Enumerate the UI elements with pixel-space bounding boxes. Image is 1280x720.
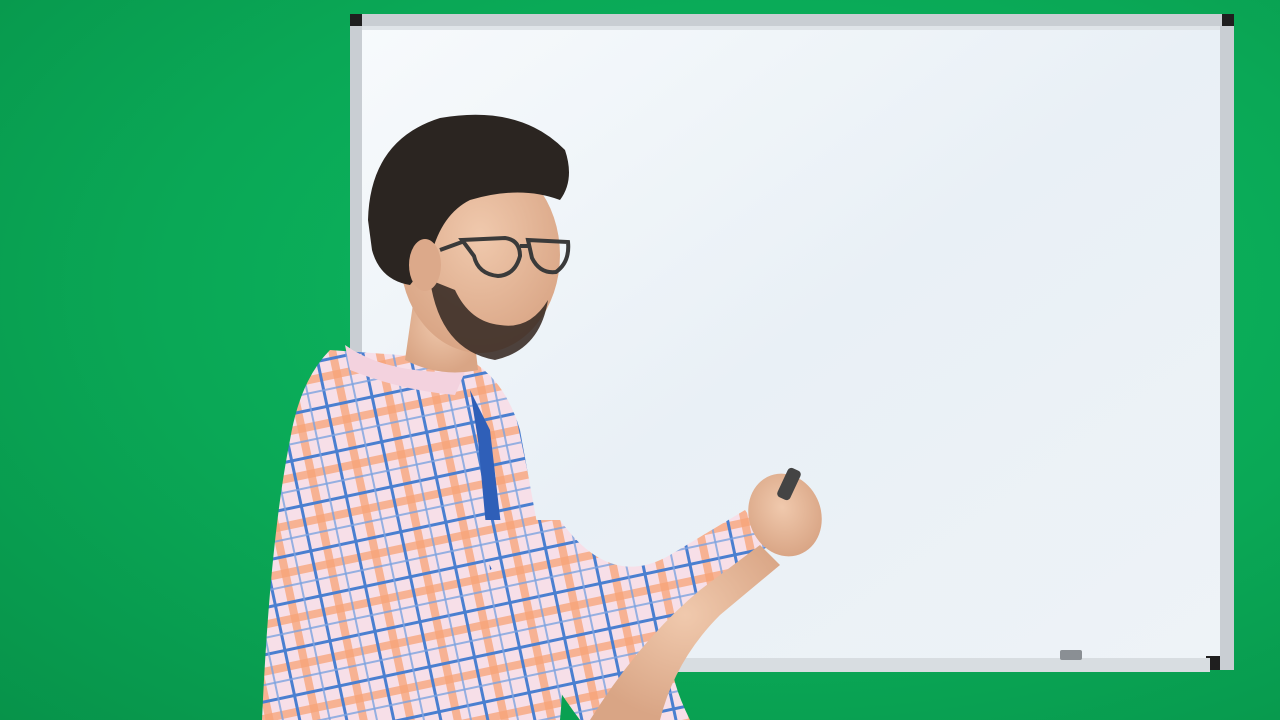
frame-corner-tl: [350, 14, 362, 26]
marker-tray: [640, 658, 1210, 672]
video-frame: [0, 0, 1280, 720]
scene-illustration: [262, 14, 1234, 720]
ear: [409, 239, 441, 291]
frame-corner-tr: [1222, 14, 1234, 26]
tray-marker-icon: [1060, 650, 1082, 660]
